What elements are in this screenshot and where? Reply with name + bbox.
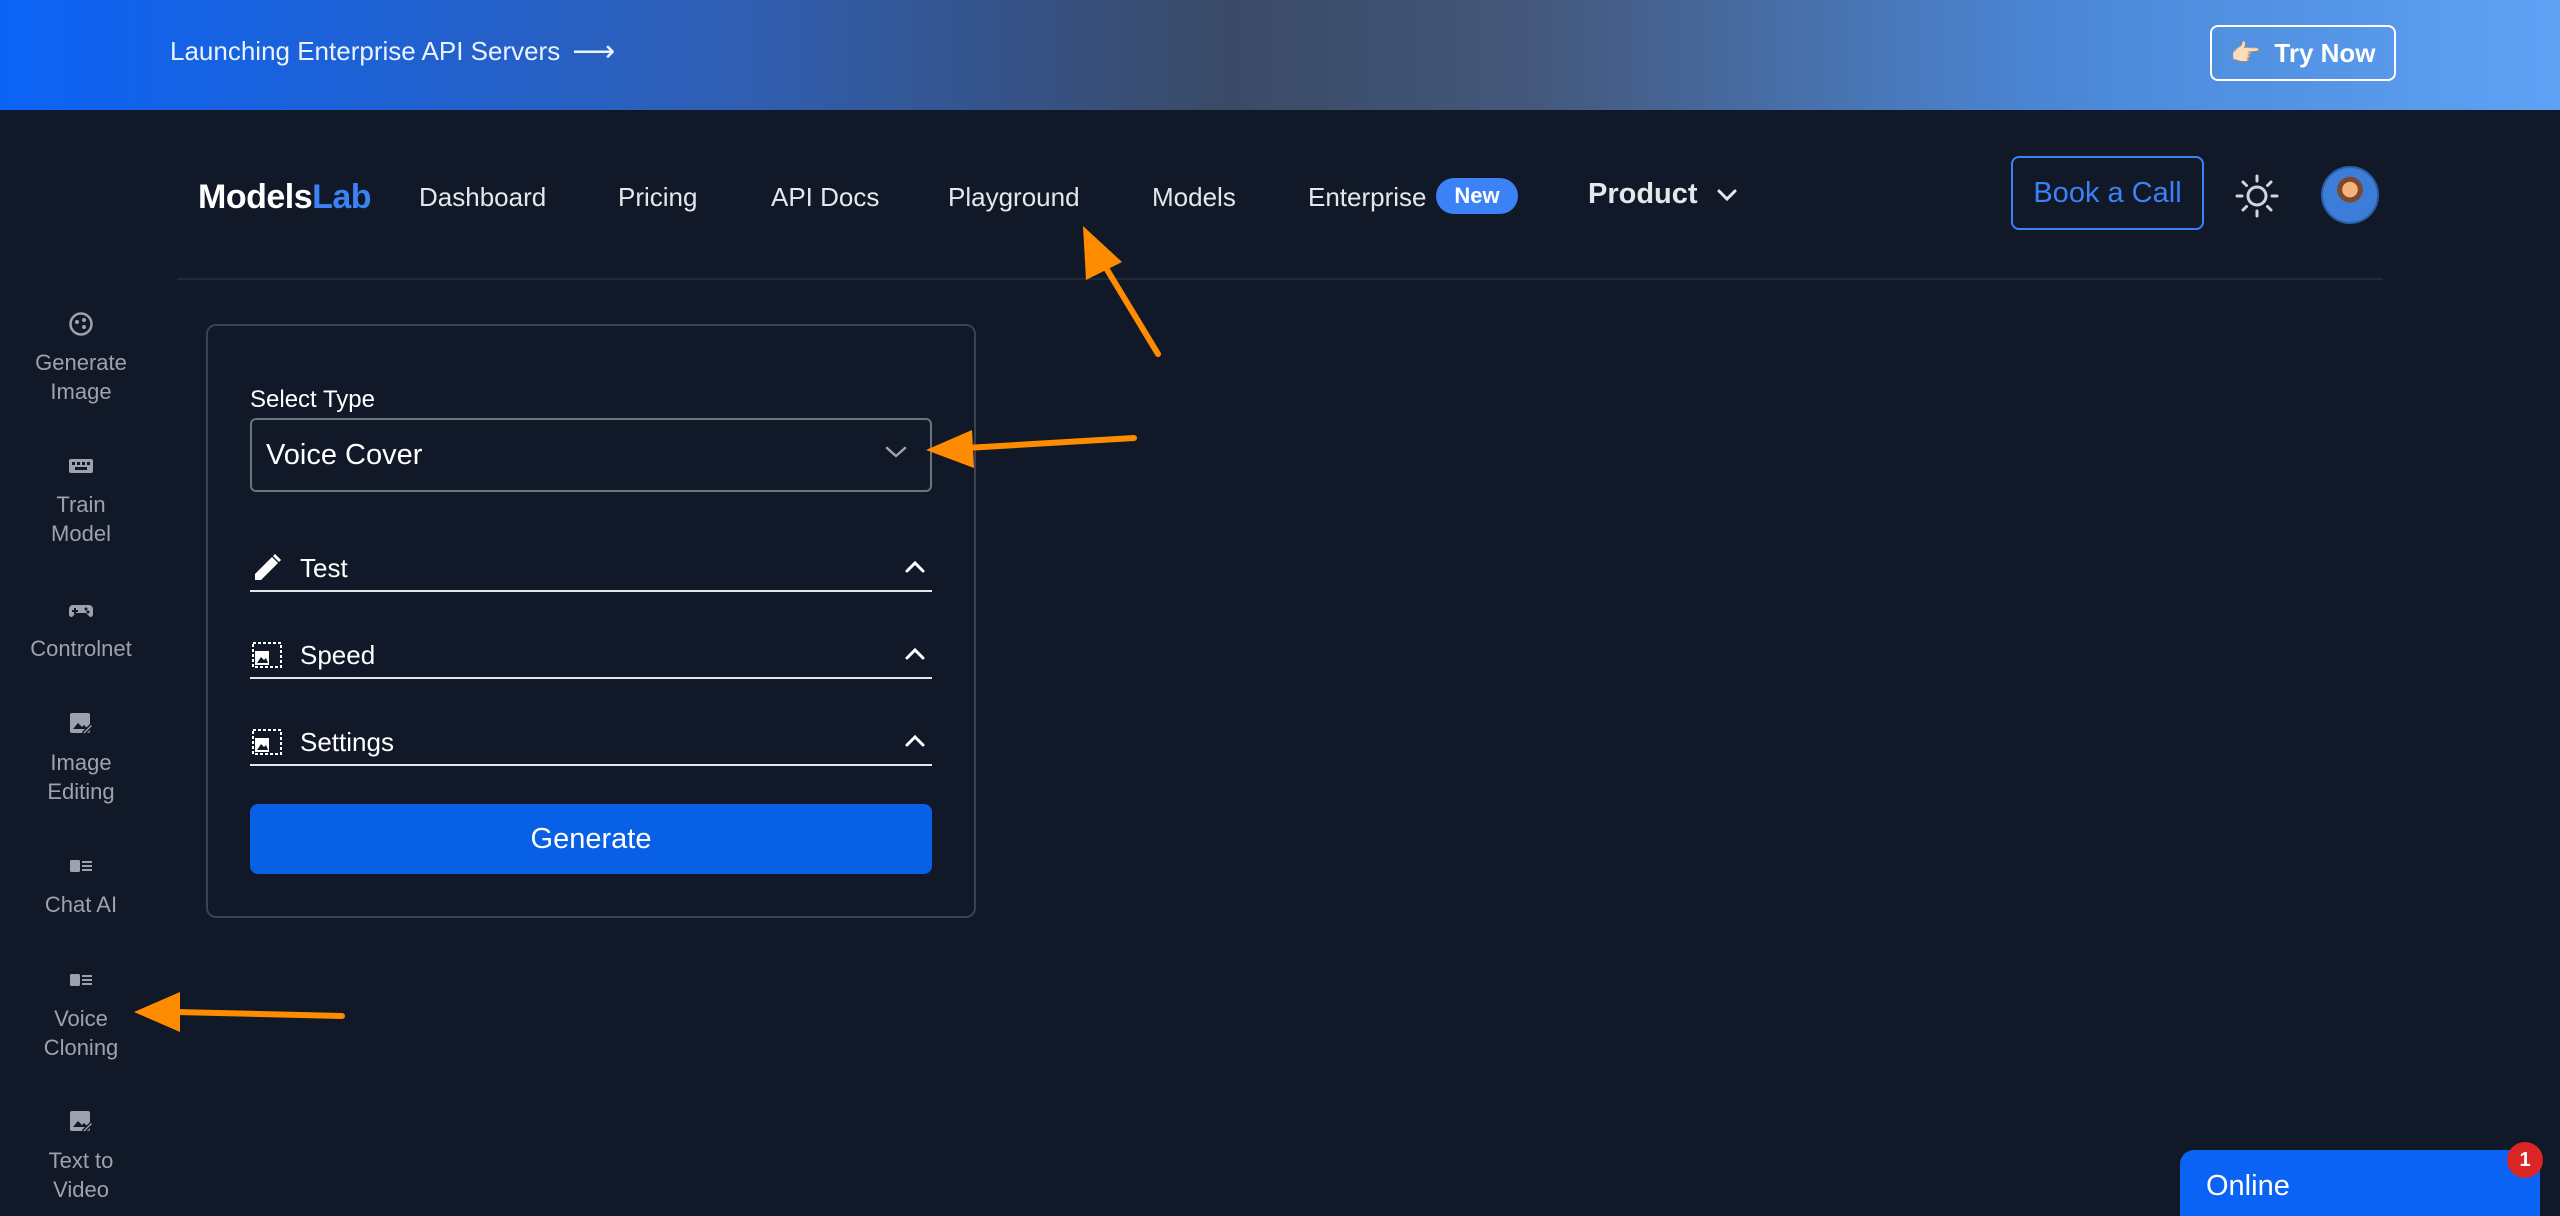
chevron-down-icon xyxy=(1717,189,1737,201)
sidebar-label: Generate xyxy=(35,350,127,375)
sidebar-item-train-model[interactable]: Train Model xyxy=(0,452,162,548)
nav-divider xyxy=(177,278,2383,280)
chat-card-icon xyxy=(70,860,92,872)
section-label: Test xyxy=(300,552,348,583)
keyboard-icon xyxy=(69,459,93,473)
sun-icon[interactable] xyxy=(2235,174,2279,218)
gamepad-icon xyxy=(69,605,93,617)
chevron-down-icon xyxy=(885,446,907,458)
try-now-label: Try Now xyxy=(2274,37,2376,68)
sidebar-label: Text to xyxy=(48,1148,114,1173)
sidebar-label: Controlnet xyxy=(30,636,132,661)
banner-text: Launching Enterprise API Servers xyxy=(170,36,561,66)
nav-dashboard[interactable]: Dashboard xyxy=(419,182,546,213)
select-type-dropdown[interactable]: Voice Cover xyxy=(250,418,932,492)
arrow-to-voice-cloning xyxy=(134,992,345,1032)
sidebar-item-image-editing[interactable]: Image Editing xyxy=(0,710,162,806)
nav-enterprise[interactable]: Enterprise xyxy=(1308,182,1427,213)
section-speed[interactable]: Speed xyxy=(250,633,932,679)
sidebar-item-voice-cloning[interactable]: Voice Cloning xyxy=(0,966,162,1062)
top-navigation: ModelsLab Dashboard Pricing API Docs Pla… xyxy=(0,110,2560,280)
nav-pricing[interactable]: Pricing xyxy=(618,182,697,213)
select-type-label: Select Type xyxy=(250,386,375,413)
chevron-up-icon[interactable] xyxy=(904,643,926,665)
select-type-value: Voice Cover xyxy=(266,438,423,471)
voice-card-icon xyxy=(70,974,92,986)
book-a-call-button[interactable]: Book a Call xyxy=(2011,156,2204,230)
page: Launching Enterprise API Servers ⟶ 👉🏻 Tr… xyxy=(0,0,2560,1216)
video-edit-icon xyxy=(70,1111,95,1133)
logo-models: Models xyxy=(198,178,313,216)
image-icon xyxy=(252,642,282,668)
sidebar-item-generate-image[interactable]: Generate Image xyxy=(0,310,162,406)
try-now-button[interactable]: 👉🏻 Try Now xyxy=(2210,25,2396,81)
notification-badge: 1 xyxy=(2507,1142,2543,1178)
sidebar-label: Train xyxy=(56,492,106,517)
product-dropdown[interactable]: Product xyxy=(1588,178,1738,211)
nav-api-docs[interactable]: API Docs xyxy=(771,182,879,213)
sidebar-label: Chat AI xyxy=(44,892,118,917)
online-label: Online xyxy=(2206,1170,2290,1202)
palette-icon xyxy=(69,312,93,336)
sidebar-item-text-to-video[interactable]: Text to Video xyxy=(0,1108,162,1204)
sidebar-label: Video xyxy=(53,1177,109,1202)
image-icon xyxy=(252,729,282,755)
pencil-icon xyxy=(255,553,282,580)
sidebar-label: Voice xyxy=(54,1006,108,1031)
sidebar-label: Cloning xyxy=(43,1035,119,1060)
generate-button[interactable]: Generate xyxy=(250,804,932,874)
sidebar-label: Model xyxy=(51,521,111,546)
section-settings[interactable]: Settings xyxy=(250,720,932,766)
logo[interactable]: ModelsLab xyxy=(198,178,372,217)
edit-image-icon xyxy=(70,713,95,735)
arrow-right-icon: ⟶ xyxy=(572,34,616,68)
new-badge: New xyxy=(1436,178,1518,214)
section-label: Settings xyxy=(300,726,394,757)
section-test[interactable]: Test xyxy=(250,546,932,592)
pointing-hand-icon: 👉🏻 xyxy=(2230,39,2261,67)
sidebar-label: Image xyxy=(50,379,112,404)
online-chat-widget[interactable]: Online xyxy=(2180,1150,2540,1216)
chevron-up-icon[interactable] xyxy=(904,556,926,578)
sidebar-item-chat-ai[interactable]: Chat AI xyxy=(0,852,162,919)
nav-models[interactable]: Models xyxy=(1152,182,1236,213)
chevron-up-icon[interactable] xyxy=(904,730,926,752)
announcement-banner: Launching Enterprise API Servers ⟶ 👉🏻 Tr… xyxy=(0,0,2560,110)
sidebar-item-controlnet[interactable]: Controlnet xyxy=(0,596,162,663)
user-avatar[interactable] xyxy=(2321,166,2379,224)
nav-playground[interactable]: Playground xyxy=(948,182,1080,213)
product-label: Product xyxy=(1588,178,1698,210)
sidebar-label: Editing xyxy=(47,779,115,804)
sidebar-label: Image xyxy=(50,750,112,775)
logo-lab: Lab xyxy=(312,178,372,216)
banner-link[interactable]: Launching Enterprise API Servers ⟶ xyxy=(170,36,615,67)
section-label: Speed xyxy=(300,639,376,670)
